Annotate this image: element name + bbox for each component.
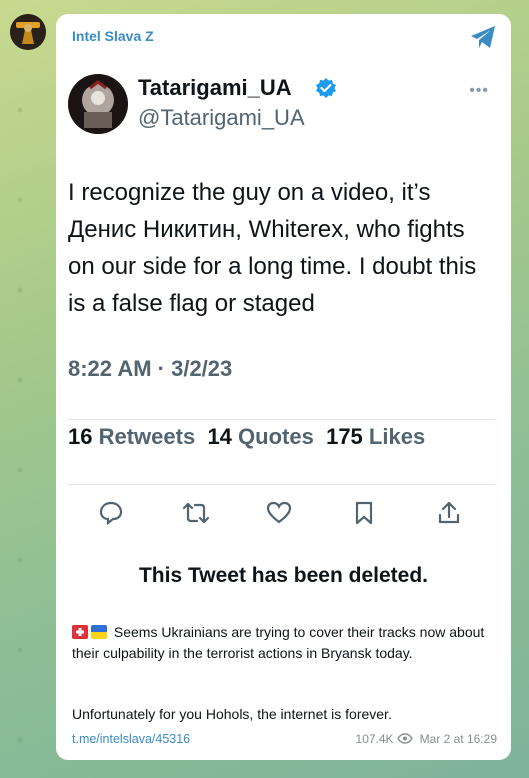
deleted-notice: This Tweet has been deleted. — [138, 564, 429, 587]
verified-badge-icon — [315, 77, 337, 99]
likes-count: 175 — [326, 424, 363, 449]
swiss-flag-icon — [72, 625, 88, 639]
tweet-handle[interactable]: @Tatarigami_UA — [138, 105, 305, 131]
retweets-count: 16 — [68, 424, 93, 449]
bookmark-icon[interactable] — [352, 500, 386, 534]
post-meta: 107.4K Mar 2 at 16:29 — [356, 732, 497, 746]
retweets-label[interactable]: Retweets — [99, 424, 196, 449]
message-bubble: Intel Slava Z Tatarigami_UA @Tatarigami_… — [56, 14, 511, 760]
views-count: 107.4K — [355, 732, 394, 746]
post-caption: Seems Ukrainians are trying to cover the… — [72, 622, 497, 664]
divider — [68, 484, 495, 485]
caption-text: Seems Ukrainians are trying to cover the… — [72, 624, 485, 661]
tweet-actions — [68, 486, 498, 526]
post-date: Mar 2 at 16:29 — [419, 732, 497, 746]
tweet-display-name[interactable]: Tatarigami_UA — [138, 75, 292, 101]
divider — [68, 419, 495, 420]
channel-avatar[interactable] — [10, 14, 46, 50]
more-icon[interactable]: ••• — [469, 82, 489, 100]
channel-logo — [10, 14, 46, 50]
quotes-label[interactable]: Quotes — [238, 424, 314, 449]
share-icon[interactable] — [436, 500, 470, 534]
tweet-author-avatar[interactable] — [68, 74, 128, 134]
retweet-icon[interactable] — [182, 500, 216, 534]
quotes-count: 14 — [207, 424, 232, 449]
reply-icon[interactable] — [98, 500, 132, 534]
channel-name[interactable]: Intel Slava Z — [72, 28, 154, 44]
tweet-timestamp[interactable]: 8:22 AM · 3/2/23 — [68, 356, 232, 382]
likes-label[interactable]: Likes — [369, 424, 425, 449]
tweet-stats: 16 Retweets 14 Quotes 175 Likes — [68, 424, 425, 450]
tweet-text: I recognize the guy on a video, it’s Ден… — [68, 179, 477, 317]
post-caption-2: Unfortunately for you Hohols, the intern… — [72, 706, 392, 722]
like-icon[interactable] — [266, 500, 300, 534]
post-link[interactable]: t.me/intelslava/45316 — [72, 732, 190, 746]
telegram-share-icon[interactable] — [469, 24, 497, 50]
eye-icon — [397, 732, 416, 746]
ukraine-flag-icon — [91, 625, 107, 639]
